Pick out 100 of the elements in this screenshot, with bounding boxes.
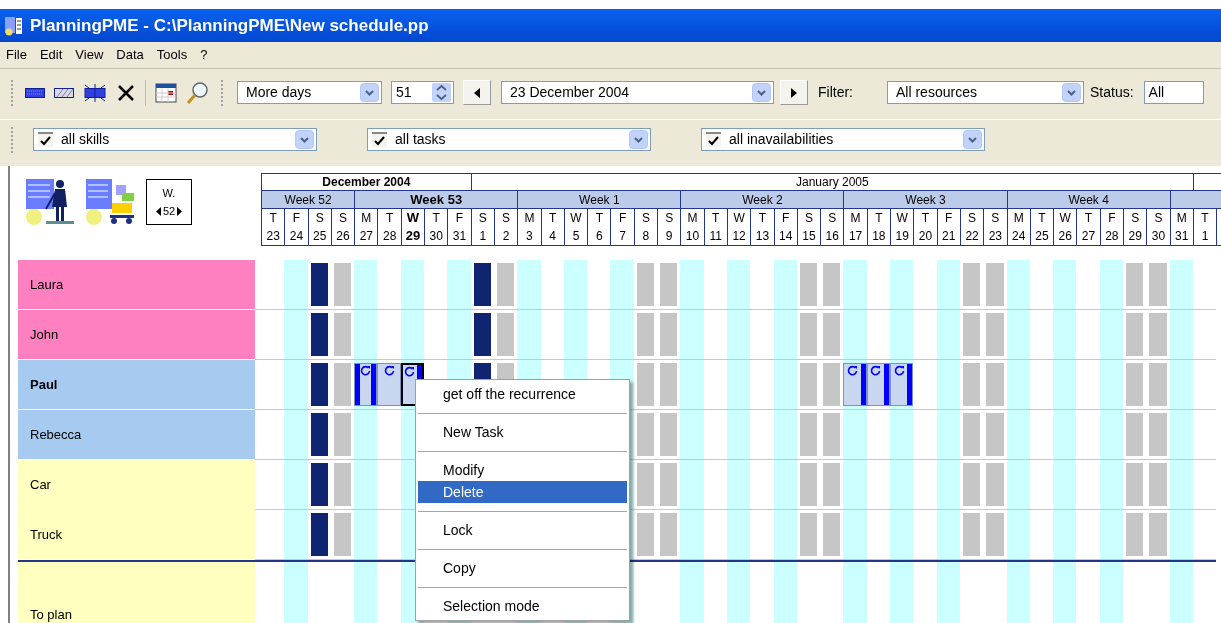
resource-name[interactable]: Paul: [18, 360, 255, 410]
weekday-letter: S: [641, 210, 650, 226]
recurrence-icon: [404, 366, 416, 377]
weekday-letter: F: [618, 210, 627, 226]
context-menu-item[interactable]: New Task: [418, 421, 627, 443]
day-number: 26: [1058, 228, 1072, 244]
checkbox[interactable]: [372, 132, 387, 148]
weekday-letter: S: [968, 210, 977, 226]
recurrence-icon: [383, 365, 395, 376]
weekday-letter: W: [896, 210, 908, 226]
filter-dropdown[interactable]: All resources: [887, 81, 1084, 105]
day-number: 25: [313, 228, 327, 244]
left-triangle-icon: [474, 87, 480, 98]
day-number: 11: [709, 228, 722, 244]
context-menu-item[interactable]: Copy: [418, 557, 627, 579]
toolbar-grip-icon[interactable]: [11, 79, 14, 106]
weekday-letter: T: [712, 210, 720, 226]
day-number: 23: [988, 228, 1003, 244]
day-count-spinner[interactable]: 51: [391, 81, 454, 105]
context-menu-item[interactable]: Delete: [418, 481, 627, 503]
weekday-letter: S: [1131, 210, 1140, 226]
week-header: Week 4: [1007, 191, 1171, 209]
context-menu-item[interactable]: get off the recurrence: [418, 383, 627, 405]
resource-name[interactable]: Rebecca: [18, 410, 255, 460]
weekday-letter: S: [502, 210, 511, 226]
date-dropdown[interactable]: 23 December 2004: [501, 81, 774, 105]
day-number: 29: [1128, 228, 1142, 244]
day-number: 6: [595, 228, 603, 244]
weekday-letter: W: [1059, 210, 1071, 226]
weekday-letter: S: [1154, 210, 1163, 226]
hatched-bar-icon[interactable]: [54, 87, 74, 98]
week-header: Week 3: [844, 191, 1008, 209]
day-number: 5: [572, 228, 580, 244]
menu-item[interactable]: Tools: [156, 45, 188, 65]
day-number: 21: [942, 228, 956, 244]
context-menu-item[interactable]: Lock: [418, 519, 627, 541]
week-header: Week 53: [355, 191, 519, 209]
recurrence-icon: [360, 365, 372, 376]
resource-name[interactable]: John: [18, 310, 255, 360]
context-menu-item[interactable]: Selection mode: [418, 595, 627, 617]
context-menu-item[interactable]: Modify: [418, 459, 627, 481]
search-icon[interactable]: [186, 80, 210, 105]
day-number: 7: [619, 228, 626, 244]
day-number: 22: [965, 228, 979, 244]
day-number: 28: [1105, 228, 1119, 244]
recurrence-icon: [870, 365, 882, 376]
week-header: Week 1: [518, 191, 682, 209]
filter-checkbox-dropdown[interactable]: all tasks: [367, 128, 651, 152]
recurring-task[interactable]: [890, 363, 914, 406]
task-bar-icon[interactable]: [25, 87, 45, 98]
menu-item[interactable]: Data: [116, 45, 144, 65]
checkbox[interactable]: [706, 132, 721, 148]
weekday-letter: M: [1176, 210, 1187, 226]
weekday-letter: W: [406, 210, 420, 226]
filter-checkbox-dropdown[interactable]: all inavailabilities: [701, 128, 985, 152]
weekday-letter: S: [315, 210, 324, 226]
menu-item[interactable]: File: [6, 45, 27, 65]
day-number: 20: [918, 228, 933, 244]
unplanned-row-label[interactable]: To plan: [18, 562, 255, 623]
resource-name[interactable]: Laura: [18, 260, 255, 310]
next-button[interactable]: [780, 80, 808, 106]
person-resource-icon[interactable]: [26, 179, 74, 225]
checkbox[interactable]: [38, 132, 53, 148]
day-number: 27: [1081, 228, 1096, 244]
weekday-letter: S: [478, 210, 487, 226]
status-field[interactable]: All: [1143, 81, 1204, 105]
week-header: Week 2: [681, 191, 845, 209]
day-number: 29: [405, 228, 421, 244]
calendar-icon[interactable]: [155, 82, 177, 103]
resource-name[interactable]: Car: [18, 460, 255, 510]
menu-item[interactable]: Edit: [39, 45, 63, 65]
day-number: 16: [825, 228, 839, 244]
day-number: 17: [848, 228, 863, 244]
spin-arrows-icon[interactable]: [432, 83, 451, 103]
weekday-letter: S: [991, 210, 1000, 226]
vehicle-resource-icon[interactable]: [86, 179, 134, 225]
task-edge-bar: [355, 364, 361, 405]
week-navigator-label: W.: [162, 186, 176, 201]
weekday-letter: T: [1084, 210, 1093, 226]
delete-icon[interactable]: [116, 82, 136, 103]
resource-name[interactable]: Truck: [18, 510, 255, 560]
recurrence-icon: [893, 365, 905, 376]
week-navigator[interactable]: W. 52: [146, 179, 192, 225]
view-mode-dropdown[interactable]: More days: [237, 81, 382, 105]
menu-item[interactable]: ?: [200, 45, 208, 65]
menu-item[interactable]: View: [75, 45, 104, 65]
toolbar-grip-icon[interactable]: [221, 79, 224, 106]
day-number: 23: [266, 228, 280, 244]
right-triangle-icon: [791, 87, 797, 98]
next-week-icon[interactable]: [177, 206, 183, 216]
weekday-letter: F: [945, 210, 953, 226]
toolbar-grip-icon[interactable]: [11, 126, 14, 153]
task-edge-bar: [884, 364, 889, 405]
day-number: 13: [755, 228, 770, 244]
week-number: 52: [162, 204, 176, 219]
weekday-letter: F: [455, 210, 464, 226]
split-bar-icon[interactable]: [83, 83, 107, 102]
filter-checkbox-dropdown[interactable]: all skills: [33, 128, 317, 152]
previous-week-icon[interactable]: [155, 206, 161, 216]
previous-button[interactable]: [463, 80, 491, 106]
